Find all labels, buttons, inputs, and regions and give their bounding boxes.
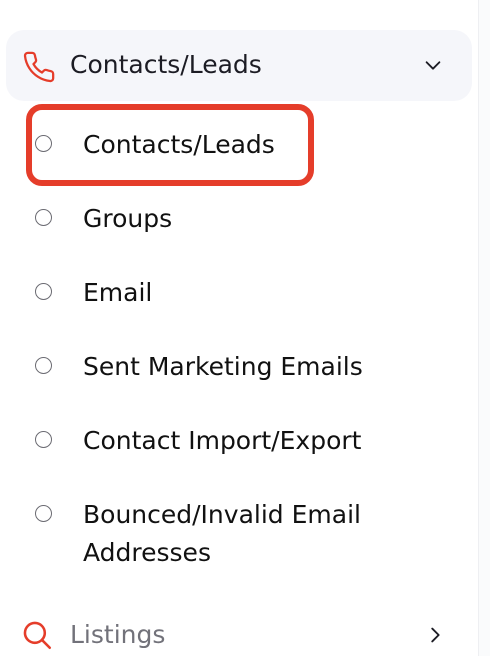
sidebar-item-bounced-invalid-email[interactable]: Bounced/Invalid Email Addresses — [30, 496, 470, 572]
chevron-down-icon[interactable] — [422, 54, 444, 76]
radio-circle-icon — [35, 431, 52, 448]
sidebar-item-email[interactable]: Email — [30, 274, 470, 312]
radio-circle-icon — [35, 357, 52, 374]
sidebar-item-label: Groups — [83, 204, 173, 233]
sidebar-item-contact-import-export[interactable]: Contact Import/Export — [30, 422, 470, 460]
radio-circle-icon — [35, 209, 52, 226]
sidebar-group-label: Contacts/Leads — [70, 50, 262, 79]
sidebar-item-label-line-1: Bounced/Invalid Email — [83, 500, 361, 529]
sidebar-item-label-line-2: Addresses — [83, 538, 211, 567]
chevron-right-icon[interactable] — [424, 624, 446, 646]
sidebar: Contacts/Leads Contacts/Leads Groups Ema… — [0, 0, 479, 656]
sidebar-item-label: Contact Import/Export — [83, 426, 362, 455]
sidebar-item-label: Sent Marketing Emails — [83, 352, 363, 381]
phone-icon — [23, 51, 55, 83]
sidebar-group-listings[interactable]: Listings — [18, 614, 458, 656]
radio-circle-icon — [35, 283, 52, 300]
selection-highlight — [26, 104, 314, 186]
search-icon — [23, 621, 52, 650]
sidebar-item-sent-marketing-emails[interactable]: Sent Marketing Emails — [30, 348, 470, 386]
sidebar-item-groups[interactable]: Groups — [30, 200, 470, 238]
radio-circle-icon — [35, 505, 52, 522]
content-edge — [479, 0, 490, 656]
sidebar-item-label: Email — [83, 278, 153, 307]
sidebar-group-label: Listings — [70, 620, 166, 649]
sidebar-group-contacts-leads[interactable]: Contacts/Leads — [6, 30, 472, 101]
